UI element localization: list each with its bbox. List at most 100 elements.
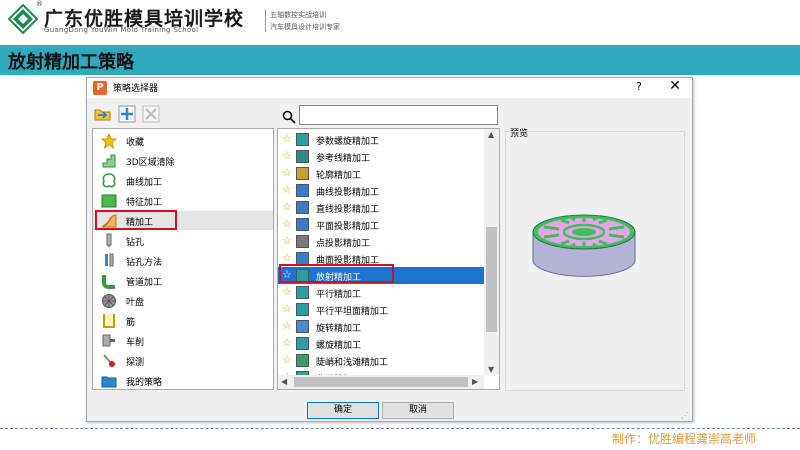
strategy-icon xyxy=(296,303,309,316)
category-label: 筋 xyxy=(126,318,136,328)
scroll-left-icon[interactable]: ◀ xyxy=(281,377,287,386)
category-item-drilling-method[interactable]: 钻孔方法 xyxy=(93,251,273,270)
page-title-bar: 放射精加工策略 xyxy=(0,45,800,75)
scroll-right-icon[interactable]: ▶ xyxy=(472,377,478,386)
favorite-star-icon[interactable]: ☆ xyxy=(282,235,292,247)
curve-machining-icon xyxy=(102,173,116,188)
school-logo-icon xyxy=(8,4,38,34)
strategy-item[interactable]: ☆ 平行平坦面精加工 xyxy=(278,301,484,318)
port-machining-icon xyxy=(102,275,115,289)
star-icon xyxy=(101,133,117,149)
category-item-turning[interactable]: 车削 xyxy=(93,331,273,350)
category-label: 3D区域清除 xyxy=(126,158,175,168)
horizontal-scrollbar[interactable]: ◀ ▶ xyxy=(278,375,484,389)
slogan-line-1: 五轴数控实战培训 xyxy=(270,11,326,19)
category-label: 曲线加工 xyxy=(126,178,163,188)
vertical-scrollbar[interactable]: ▲ ▼ xyxy=(484,129,499,375)
strategy-label: 平行平坦面精加工 xyxy=(316,307,389,317)
strategy-item[interactable]: ☆ 平行精加工 xyxy=(278,284,484,301)
area-clearance-icon xyxy=(102,154,116,168)
strategy-label: 平行精加工 xyxy=(316,290,362,300)
highlight-box xyxy=(279,264,394,283)
registered-mark: ® xyxy=(36,0,43,8)
scroll-up-icon[interactable]: ▲ xyxy=(488,130,494,139)
dialog-titlebar: P 策略选择器 ? ✕ xyxy=(87,78,692,98)
search-input[interactable] xyxy=(299,105,498,125)
strategy-item[interactable]: ☆ 点投影精加工 xyxy=(278,233,484,250)
category-item-favorites[interactable]: 收藏 xyxy=(93,131,273,150)
favorite-star-icon[interactable]: ☆ xyxy=(282,218,292,230)
strategy-label: 直线投影精加工 xyxy=(316,205,380,215)
category-item-rib[interactable]: 筋 xyxy=(93,311,273,330)
scroll-thumb-horizontal[interactable] xyxy=(294,377,468,387)
school-name-en: GuangDong YouWin Mold Training School xyxy=(44,26,199,34)
radial-finishing-preview-image xyxy=(532,214,636,277)
strategy-icon xyxy=(296,201,309,214)
site-header: 广东优胜模具培训学校 ® GuangDong YouWin Mold Train… xyxy=(0,0,800,38)
close-button[interactable]: ✕ xyxy=(667,78,683,94)
favorite-star-icon[interactable]: ☆ xyxy=(282,150,292,162)
category-item-port-machining[interactable]: 管道加工 xyxy=(93,271,273,290)
help-button[interactable]: ? xyxy=(632,80,646,93)
strategy-icon xyxy=(296,320,309,333)
strategy-item[interactable]: ☆ 平面投影精加工 xyxy=(278,216,484,233)
favorite-star-icon[interactable]: ☆ xyxy=(282,337,292,349)
slogan-line-2: 汽车模具设计培训专家 xyxy=(270,23,340,31)
category-item-curve-machining[interactable]: 曲线加工 xyxy=(93,171,273,190)
favorite-star-icon[interactable]: ☆ xyxy=(282,303,292,315)
strategy-label: 平面投影精加工 xyxy=(316,222,380,232)
strategy-item[interactable]: ☆ 曲线投影精加工 xyxy=(278,182,484,199)
add-icon[interactable] xyxy=(118,105,136,123)
strategy-icon xyxy=(296,133,309,146)
strategy-selector-dialog: P 策略选择器 ? ✕ 收藏 3D区域清除 曲线加工 特征加工 精加工 钻孔 钻… xyxy=(86,77,693,422)
strategy-icon xyxy=(296,235,309,248)
favorite-star-icon[interactable]: ☆ xyxy=(282,184,292,196)
favorite-star-icon[interactable]: ☆ xyxy=(282,320,292,332)
category-label: 钻孔方法 xyxy=(126,258,163,268)
category-item-3d-area-clearance[interactable]: 3D区域清除 xyxy=(93,151,273,170)
favorite-star-icon[interactable]: ☆ xyxy=(282,133,292,145)
strategy-icon xyxy=(296,337,309,350)
delete-icon[interactable] xyxy=(142,105,160,123)
favorite-star-icon[interactable]: ☆ xyxy=(282,167,292,179)
search-icon xyxy=(282,110,296,124)
strategy-icon xyxy=(296,167,309,180)
strategy-label: 陡峭和浅滩精加工 xyxy=(316,358,389,368)
category-item-blisk[interactable]: 叶盘 xyxy=(93,291,273,310)
category-label: 车削 xyxy=(126,338,145,348)
strategy-label: 参数螺旋精加工 xyxy=(316,137,380,147)
favorite-star-icon[interactable]: ☆ xyxy=(282,201,292,213)
favorite-star-icon[interactable]: ☆ xyxy=(282,252,292,264)
cancel-button[interactable]: 取消 xyxy=(382,402,454,419)
open-folder-icon[interactable] xyxy=(94,105,112,123)
category-item-probing[interactable]: 探测 xyxy=(93,351,273,370)
strategy-icon xyxy=(296,184,309,197)
strategy-label: 旋转精加工 xyxy=(316,324,362,334)
category-label: 钻孔 xyxy=(126,238,145,248)
strategy-item[interactable]: ☆ 陡峭和浅滩精加工 xyxy=(278,352,484,369)
ok-button[interactable]: 确定 xyxy=(307,402,379,419)
category-label: 叶盘 xyxy=(126,298,145,308)
strategy-item[interactable]: ☆ 旋转精加工 xyxy=(278,318,484,335)
strategy-item[interactable]: ☆ 直线投影精加工 xyxy=(278,199,484,216)
rib-icon xyxy=(103,314,115,328)
strategy-label: 曲线投影精加工 xyxy=(316,188,380,198)
category-item-feature-machining[interactable]: 特征加工 xyxy=(93,191,273,210)
scroll-down-icon[interactable]: ▼ xyxy=(488,365,494,374)
footer-divider xyxy=(0,428,800,429)
blisk-icon xyxy=(102,294,116,308)
favorite-star-icon[interactable]: ☆ xyxy=(282,286,292,298)
resize-grip-icon[interactable]: ⋰ xyxy=(681,411,689,420)
strategy-item[interactable]: ☆ 轮廓精加工 xyxy=(278,165,484,182)
highlight-box xyxy=(95,210,177,230)
category-item-drilling[interactable]: 钻孔 xyxy=(93,231,273,250)
favorite-star-icon[interactable]: ☆ xyxy=(282,354,292,366)
strategy-item[interactable]: ☆ 参考线精加工 xyxy=(278,148,484,165)
scroll-thumb[interactable] xyxy=(486,227,497,332)
strategy-label: 螺旋精加工 xyxy=(316,341,362,351)
category-item-my-strategies[interactable]: 我的策略 xyxy=(93,371,273,390)
strategy-item[interactable]: ☆ 参数螺旋精加工 xyxy=(278,131,484,148)
strategy-item[interactable]: ☆ 螺旋精加工 xyxy=(278,335,484,352)
header-divider xyxy=(265,10,266,32)
strategy-icon xyxy=(296,150,309,163)
